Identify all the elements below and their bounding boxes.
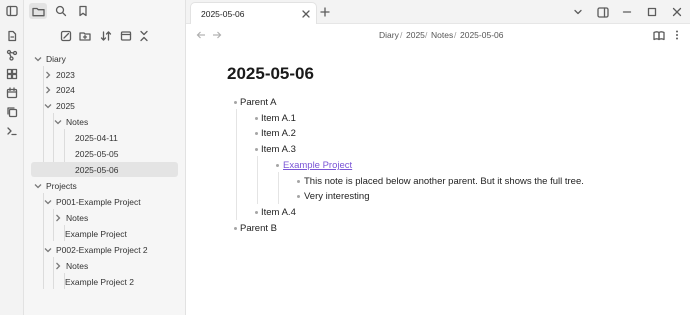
- folder-icon[interactable]: [29, 3, 47, 19]
- tree-folder-p001[interactable]: P001-Example Project: [43, 194, 141, 209]
- search-icon[interactable]: [52, 3, 70, 19]
- tree-folder-label: Projects: [46, 180, 77, 191]
- tree-file-example-project-2[interactable]: Example Project 2: [65, 274, 134, 289]
- list-item-very-interesting[interactable]: Very interesting: [304, 191, 369, 202]
- new-tab-icon[interactable]: [318, 5, 332, 19]
- bullet-dot: [255, 117, 258, 120]
- bullet-dot: [276, 164, 279, 167]
- left-ribbon: [0, 0, 24, 315]
- bullet-dot: [234, 101, 237, 104]
- tree-folder-label: 2024: [56, 84, 75, 95]
- tab-2025-05-06[interactable]: 2025-05-06: [190, 2, 317, 24]
- tree-folder-p002[interactable]: P002-Example Project 2: [43, 242, 148, 257]
- breadcrumb-current-note[interactable]: 2025-05-06: [460, 30, 503, 40]
- chevron-down-icon: [43, 197, 53, 207]
- tree-file-2025-05-05[interactable]: 2025-05-05: [75, 146, 118, 161]
- chevron-right-icon: [43, 85, 53, 95]
- tree-folder-label: P002-Example Project 2: [56, 244, 148, 255]
- tree-file-label: 2025-05-05: [75, 148, 119, 159]
- tree-folder-label: P001-Example Project: [56, 196, 141, 207]
- tree-folder-diary[interactable]: Diary: [33, 51, 66, 66]
- minimize-icon[interactable]: [620, 5, 634, 19]
- close-tab-icon[interactable]: [299, 7, 313, 21]
- right-sidebar-toggle-icon[interactable]: [596, 5, 610, 19]
- list-item-note-text[interactable]: This note is placed below another parent…: [304, 176, 584, 187]
- tree-folder-label: Notes: [66, 116, 89, 127]
- breadcrumb-separator: /: [454, 30, 457, 40]
- bookmark-icon[interactable]: [74, 3, 92, 19]
- tree-folder-projects[interactable]: Projects: [33, 178, 77, 193]
- reading-view-icon[interactable]: [652, 28, 666, 42]
- tree-folder-2025[interactable]: 2025: [43, 98, 75, 113]
- tree-file-label: Example Project 2: [65, 276, 134, 287]
- breadcrumb-diary[interactable]: Diary: [379, 30, 399, 40]
- tree-folder-label: 2025: [56, 100, 75, 111]
- list-item-a4[interactable]: Item A.4: [261, 207, 296, 218]
- chevron-down-icon: [33, 54, 43, 64]
- reveal-active-file-icon[interactable]: [118, 28, 134, 44]
- bullet-dot: [297, 180, 300, 183]
- back-arrow-icon[interactable]: [194, 28, 208, 42]
- tree-folder-notes[interactable]: Notes: [53, 114, 88, 129]
- calendar-icon[interactable]: [4, 85, 20, 101]
- tree-file-label: Example Project: [65, 228, 127, 239]
- list-item-a3[interactable]: Item A.3: [261, 144, 296, 155]
- tree-file-label: 2025-04-11: [75, 132, 118, 143]
- tree-folder-label: Notes: [66, 260, 89, 271]
- open-file-icon[interactable]: [4, 28, 20, 44]
- tree-file-2025-04-11[interactable]: 2025-04-11: [75, 130, 118, 145]
- tab-list-chevron-down-icon[interactable]: [571, 5, 585, 19]
- note-title[interactable]: 2025-05-06: [227, 64, 314, 84]
- list-item-parent-b[interactable]: Parent B: [240, 223, 277, 234]
- tree-folder-p001-notes[interactable]: Notes: [53, 210, 88, 225]
- canvas-icon[interactable]: [4, 66, 20, 82]
- tree-file-example-project[interactable]: Example Project: [65, 226, 127, 241]
- breadcrumb-notes[interactable]: Notes: [431, 30, 453, 40]
- collapse-all-icon[interactable]: [136, 28, 152, 44]
- example-project-link[interactable]: Example Project: [283, 160, 352, 171]
- breadcrumb-separator: /: [400, 30, 403, 40]
- new-folder-icon[interactable]: [77, 28, 93, 44]
- graph-view-icon[interactable]: [4, 47, 20, 63]
- tree-folder-label: Notes: [66, 212, 89, 223]
- chevron-right-icon: [43, 70, 53, 80]
- list-item-parent-a[interactable]: Parent A: [240, 97, 276, 108]
- tree-folder-label: 2023: [56, 69, 75, 80]
- new-note-icon[interactable]: [58, 28, 74, 44]
- terminal-icon[interactable]: [4, 123, 20, 139]
- tree-folder-2024[interactable]: 2024: [43, 82, 75, 97]
- tree-file-2025-05-06[interactable]: 2025-05-06: [31, 162, 178, 177]
- copy-icon[interactable]: [4, 104, 20, 120]
- chevron-down-icon: [43, 101, 53, 111]
- tree-folder-p002-notes[interactable]: Notes: [53, 258, 88, 273]
- bullet-dot: [255, 211, 258, 214]
- chevron-right-icon: [53, 213, 63, 223]
- breadcrumb-separator: /: [425, 30, 428, 40]
- bullet-dot: [255, 148, 258, 151]
- chevron-down-icon: [53, 117, 63, 127]
- more-options-icon[interactable]: [670, 28, 684, 42]
- file-explorer-sidebar: Diary 2023 2024 2025 Notes 2025-04-11 20…: [24, 0, 186, 315]
- tree-file-label: 2025-05-06: [75, 164, 119, 175]
- forward-arrow-icon[interactable]: [210, 28, 224, 42]
- tab-title: 2025-05-06: [201, 9, 245, 19]
- chevron-right-icon: [53, 261, 63, 271]
- maximize-icon[interactable]: [645, 5, 659, 19]
- sidebar-toggle-icon[interactable]: [4, 3, 20, 19]
- tree-folder-2023[interactable]: 2023: [43, 67, 75, 82]
- list-item-a1[interactable]: Item A.1: [261, 113, 296, 124]
- view-header: Diary / 2025 / Notes / 2025-05-06: [186, 24, 690, 46]
- close-window-icon[interactable]: [670, 5, 684, 19]
- tab-bar: 2025-05-06: [186, 0, 690, 24]
- chevron-down-icon: [43, 245, 53, 255]
- bullet-dot: [234, 227, 237, 230]
- chevron-down-icon: [33, 181, 43, 191]
- sort-icon[interactable]: [98, 28, 114, 44]
- list-item-a2[interactable]: Item A.2: [261, 128, 296, 139]
- breadcrumb-2025[interactable]: 2025: [406, 30, 425, 40]
- bullet-dot: [255, 132, 258, 135]
- bullet-dot: [297, 195, 300, 198]
- tree-folder-label: Diary: [46, 53, 66, 64]
